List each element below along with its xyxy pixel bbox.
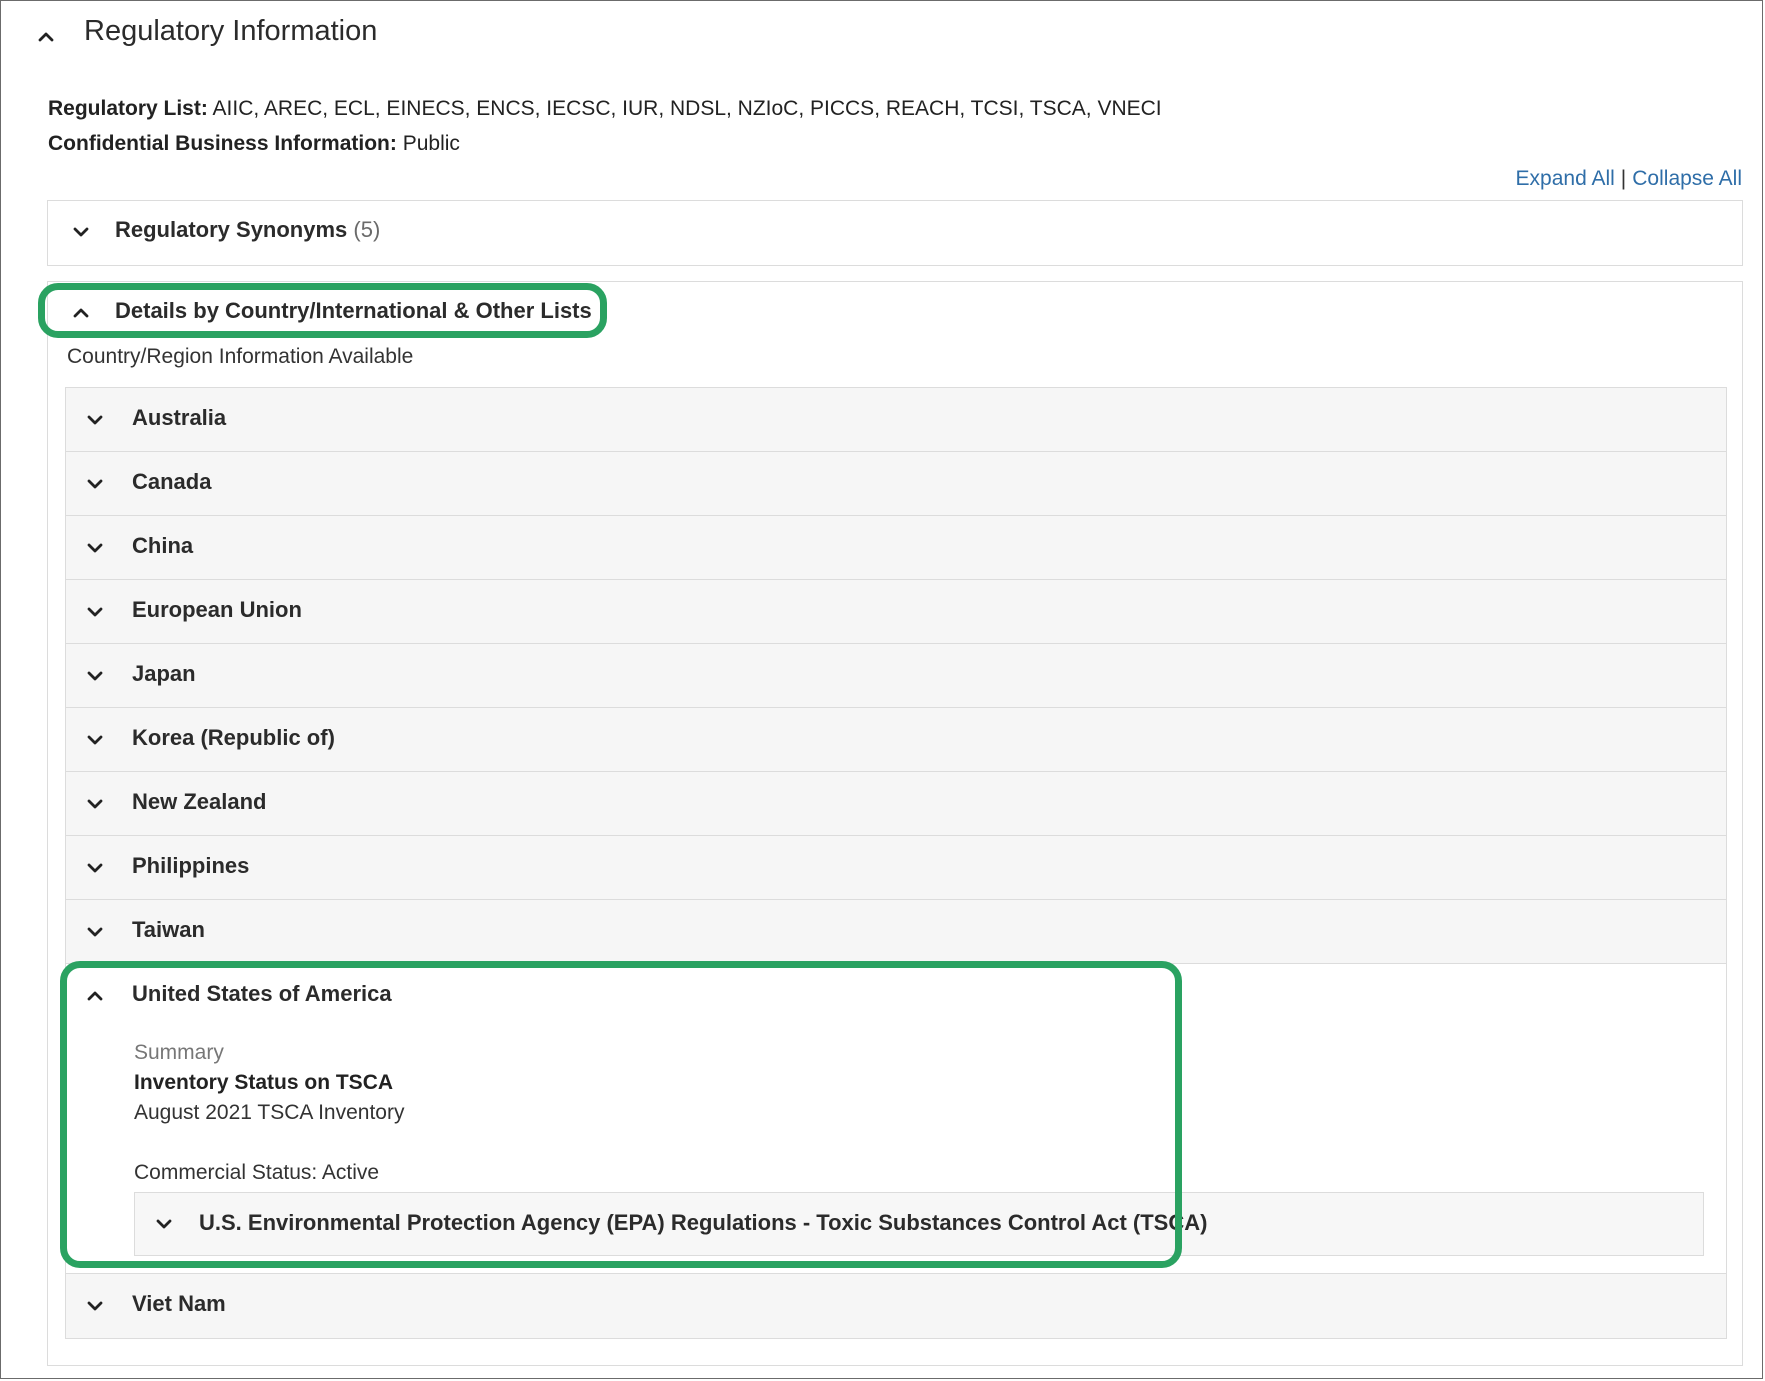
country-label: Korea (Republic of) xyxy=(132,725,335,750)
chevron-down-icon xyxy=(84,921,106,943)
collapse-all-link[interactable]: Collapse All xyxy=(1632,167,1742,190)
details-by-country-toggle[interactable]: Details by Country/International & Other… xyxy=(48,282,1742,344)
chevron-down-icon xyxy=(84,473,106,495)
country-list: Australia Canada China European Union Ja… xyxy=(65,387,1727,1339)
chevron-up-icon xyxy=(84,985,106,1007)
inventory-status-subtitle: August 2021 TSCA Inventory xyxy=(134,1101,405,1124)
country-label: European Union xyxy=(132,597,302,622)
regulatory-synonyms-toggle[interactable]: Regulatory Synonyms (5) xyxy=(48,201,1742,263)
country-row-usa: United States of America Summary Invento… xyxy=(66,964,1726,1274)
country-row-viet-nam[interactable]: Viet Nam xyxy=(66,1274,1726,1338)
country-label: Taiwan xyxy=(132,917,205,942)
cbi-label: Confidential Business Information: xyxy=(48,132,397,155)
chevron-down-icon xyxy=(84,729,106,751)
regulatory-list-value: AIIC, AREC, ECL, EINECS, ENCS, IECSC, IU… xyxy=(212,97,1162,120)
inventory-status-title: Inventory Status on TSCA xyxy=(134,1071,394,1094)
country-label: United States of America xyxy=(132,981,392,1006)
chevron-up-icon xyxy=(70,302,92,324)
chevron-up-icon xyxy=(35,26,57,48)
chevron-down-icon xyxy=(84,793,106,815)
country-row-australia[interactable]: Australia xyxy=(66,388,1726,452)
epa-regulation-label: U.S. Environmental Protection Agency (EP… xyxy=(199,1210,1208,1235)
country-info-note: Country/Region Information Available xyxy=(67,345,414,368)
commercial-status: Commercial Status: Active xyxy=(134,1161,380,1184)
epa-regulation-toggle[interactable]: U.S. Environmental Protection Agency (EP… xyxy=(134,1192,1704,1256)
country-row-korea[interactable]: Korea (Republic of) xyxy=(66,708,1726,772)
synonyms-title: Regulatory Synonyms xyxy=(115,217,348,242)
regulatory-synonyms-label: Regulatory Synonyms (5) xyxy=(115,217,380,243)
synonyms-count: (5) xyxy=(353,217,381,242)
country-label: Philippines xyxy=(132,853,250,878)
country-row-taiwan[interactable]: Taiwan xyxy=(66,900,1726,964)
country-row-japan[interactable]: Japan xyxy=(66,644,1726,708)
chevron-down-icon xyxy=(84,1295,106,1317)
chevron-down-icon xyxy=(84,409,106,431)
cbi-value: Public xyxy=(402,132,460,155)
country-row-philippines[interactable]: Philippines xyxy=(66,836,1726,900)
section-title: Regulatory Information xyxy=(84,15,378,47)
cbi-line: Confidential Business Information: Publi… xyxy=(48,132,460,156)
regulatory-information-section: Regulatory Information Regulatory List: … xyxy=(0,0,1763,1379)
country-label: New Zealand xyxy=(132,789,267,814)
country-row-new-zealand[interactable]: New Zealand xyxy=(66,772,1726,836)
regulatory-list-label: Regulatory List: xyxy=(48,97,208,120)
chevron-down-icon xyxy=(84,665,106,687)
country-row-canada[interactable]: Canada xyxy=(66,452,1726,516)
toolbar-separator: | xyxy=(1620,167,1627,190)
chevron-down-icon xyxy=(84,601,106,623)
country-row-european-union[interactable]: European Union xyxy=(66,580,1726,644)
section-header-toggle[interactable]: Regulatory Information xyxy=(35,11,635,57)
chevron-down-icon xyxy=(84,537,106,559)
regulatory-list-line: Regulatory List: AIIC, AREC, ECL, EINECS… xyxy=(48,97,1162,121)
country-label: Canada xyxy=(132,469,212,494)
country-label: Japan xyxy=(132,661,196,686)
chevron-down-icon xyxy=(84,857,106,879)
country-label: Viet Nam xyxy=(132,1291,226,1316)
regulatory-synonyms-panel: Regulatory Synonyms (5) xyxy=(47,200,1743,266)
summary-label: Summary xyxy=(134,1041,224,1064)
country-label: Australia xyxy=(132,405,227,430)
usa-toggle[interactable]: United States of America xyxy=(66,964,766,1024)
chevron-down-icon xyxy=(70,221,92,243)
country-row-china[interactable]: China xyxy=(66,516,1726,580)
expand-collapse-toolbar: Expand All | Collapse All xyxy=(1516,167,1742,191)
country-label: China xyxy=(132,533,194,558)
expand-all-link[interactable]: Expand All xyxy=(1516,167,1615,190)
details-by-country-label: Details by Country/International & Other… xyxy=(115,298,592,323)
chevron-down-icon xyxy=(153,1213,175,1235)
